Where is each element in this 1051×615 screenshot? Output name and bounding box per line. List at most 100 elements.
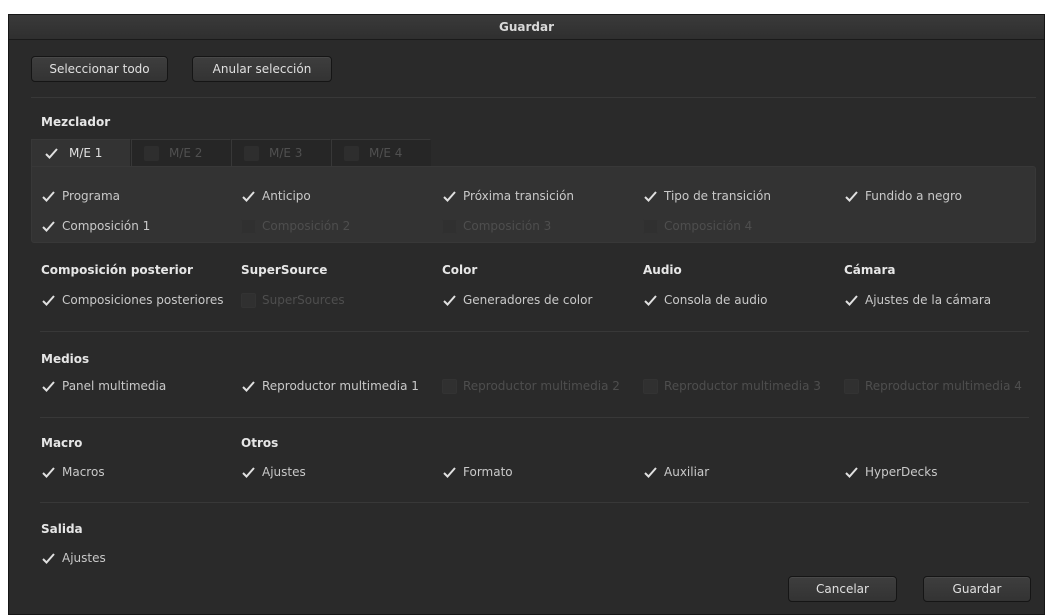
checkbox-unchecked-icon[interactable] (244, 145, 259, 161)
divider (31, 97, 1036, 98)
mixer-heading: Mezclador (41, 115, 111, 129)
checkbox-checked-icon[interactable] (44, 146, 59, 161)
checkbox-program[interactable]: Programa (41, 186, 120, 206)
checkbox-label: Ajustes de la cámara (865, 293, 992, 307)
checkbox-label: Composición 1 (62, 219, 151, 233)
checkbox-label: Composición 2 (262, 219, 351, 233)
checkbox-unchecked-icon[interactable] (144, 145, 159, 161)
checkbox-label: Composición 3 (463, 219, 552, 233)
audio-heading: Audio (643, 263, 682, 277)
checkbox-label: Tipo de transición (664, 189, 771, 203)
tab-label: M/E 1 (69, 146, 103, 160)
output-heading: Salida (41, 522, 83, 536)
camera-heading: Cámara (844, 263, 896, 277)
checkmark-icon (643, 465, 658, 480)
checkbox-key-4[interactable]: Composición 4 (643, 216, 752, 236)
checkbox-label: Panel multimedia (62, 379, 167, 393)
checkbox-preview[interactable]: Anticipo (241, 186, 311, 206)
checkbox-key-1[interactable]: Composición 1 (41, 216, 150, 236)
checkbox-unchecked-icon (643, 218, 658, 234)
checkbox-label: Programa (62, 189, 120, 203)
checkbox-label: Consola de audio (664, 293, 768, 307)
checkbox-label: Reproductor multimedia 3 (664, 379, 821, 393)
checkbox-unchecked-icon (442, 218, 457, 234)
checkbox-media-pool[interactable]: Panel multimedia (41, 376, 166, 396)
checkbox-label: Próxima transición (463, 189, 575, 203)
checkbox-format[interactable]: Formato (442, 462, 513, 482)
tab-label: M/E 2 (169, 146, 203, 160)
deselect-all-button[interactable]: Anular selección (192, 56, 332, 82)
tab-me4[interactable]: M/E 4 (331, 139, 431, 166)
checkbox-label: Fundido a negro (865, 189, 962, 203)
checkbox-macros[interactable]: Macros (41, 462, 105, 482)
tab-label: M/E 3 (269, 146, 303, 160)
checkmark-icon (643, 189, 658, 204)
checkbox-label: Auxiliar (664, 465, 710, 479)
checkbox-hyperdecks[interactable]: HyperDecks (844, 462, 937, 482)
checkmark-icon (844, 293, 859, 308)
tab-me1[interactable]: M/E 1 (31, 139, 131, 166)
checkmark-icon (442, 189, 457, 204)
checkbox-settings[interactable]: Ajustes (241, 462, 306, 482)
tab-label: M/E 4 (369, 146, 403, 160)
checkbox-supersources[interactable]: SuperSources (241, 290, 345, 310)
checkbox-fade-to-black[interactable]: Fundido a negro (844, 186, 962, 206)
checkbox-unchecked-icon (241, 218, 256, 234)
checkbox-label: HyperDecks (865, 465, 938, 479)
me-tabs: M/E 1 M/E 2 M/E 3 M/E 4 (31, 139, 431, 166)
checkbox-label: SuperSources (262, 293, 345, 307)
checkbox-key-2[interactable]: Composición 2 (241, 216, 350, 236)
checkbox-unchecked-icon (643, 378, 658, 394)
checkbox-audio-mixer[interactable]: Consola de audio (643, 290, 768, 310)
select-all-button[interactable]: Seleccionar todo (31, 56, 168, 82)
checkbox-key-3[interactable]: Composición 3 (442, 216, 551, 236)
checkbox-unchecked-icon (241, 292, 256, 308)
checkbox-auxiliary[interactable]: Auxiliar (643, 462, 709, 482)
checkmark-icon (442, 293, 457, 308)
checkbox-camera-settings[interactable]: Ajustes de la cámara (844, 290, 991, 310)
divider (40, 502, 1029, 503)
checkmark-icon (844, 189, 859, 204)
checkbox-media-player-4[interactable]: Reproductor multimedia 4 (844, 376, 1022, 396)
checkmark-icon (241, 379, 256, 394)
divider (40, 331, 1029, 332)
checkbox-label: Composición 4 (664, 219, 753, 233)
tab-me2[interactable]: M/E 2 (131, 139, 231, 166)
checkbox-label: Formato (463, 465, 513, 479)
cancel-button[interactable]: Cancelar (788, 576, 897, 602)
dialog-title: Guardar (9, 15, 1044, 40)
checkmark-icon (643, 293, 658, 308)
checkmark-icon (41, 551, 56, 566)
checkmark-icon (41, 465, 56, 480)
checkbox-label: Composiciones posteriores (62, 293, 224, 307)
macro-heading: Macro (41, 436, 83, 450)
checkbox-color-generators[interactable]: Generadores de color (442, 290, 592, 310)
others-heading: Otros (241, 436, 279, 450)
checkmark-icon (844, 465, 859, 480)
supersource-heading: SuperSource (241, 263, 328, 277)
media-heading: Medios (41, 352, 90, 366)
checkmark-icon (41, 293, 56, 308)
checkbox-label: Anticipo (262, 189, 311, 203)
checkbox-label: Reproductor multimedia 1 (262, 379, 419, 393)
checkbox-unchecked-icon (844, 378, 859, 394)
checkbox-downstream-keys[interactable]: Composiciones posteriores (41, 290, 224, 310)
checkbox-transition-type[interactable]: Tipo de transición (643, 186, 771, 206)
checkbox-media-player-3[interactable]: Reproductor multimedia 3 (643, 376, 821, 396)
checkbox-media-player-2[interactable]: Reproductor multimedia 2 (442, 376, 620, 396)
checkbox-label: Macros (62, 465, 105, 479)
checkbox-unchecked-icon[interactable] (344, 145, 359, 161)
checkbox-output-settings[interactable]: Ajustes (41, 548, 106, 568)
checkbox-next-transition[interactable]: Próxima transición (442, 186, 574, 206)
checkmark-icon (41, 379, 56, 394)
divider (40, 417, 1029, 418)
checkmark-icon (241, 189, 256, 204)
checkmark-icon (442, 465, 457, 480)
tab-me3[interactable]: M/E 3 (231, 139, 331, 166)
color-heading: Color (442, 263, 478, 277)
checkbox-label: Ajustes (262, 465, 306, 479)
checkbox-label: Reproductor multimedia 2 (463, 379, 620, 393)
save-button[interactable]: Guardar (923, 576, 1031, 602)
checkbox-media-player-1[interactable]: Reproductor multimedia 1 (241, 376, 419, 396)
checkmark-icon (41, 189, 56, 204)
